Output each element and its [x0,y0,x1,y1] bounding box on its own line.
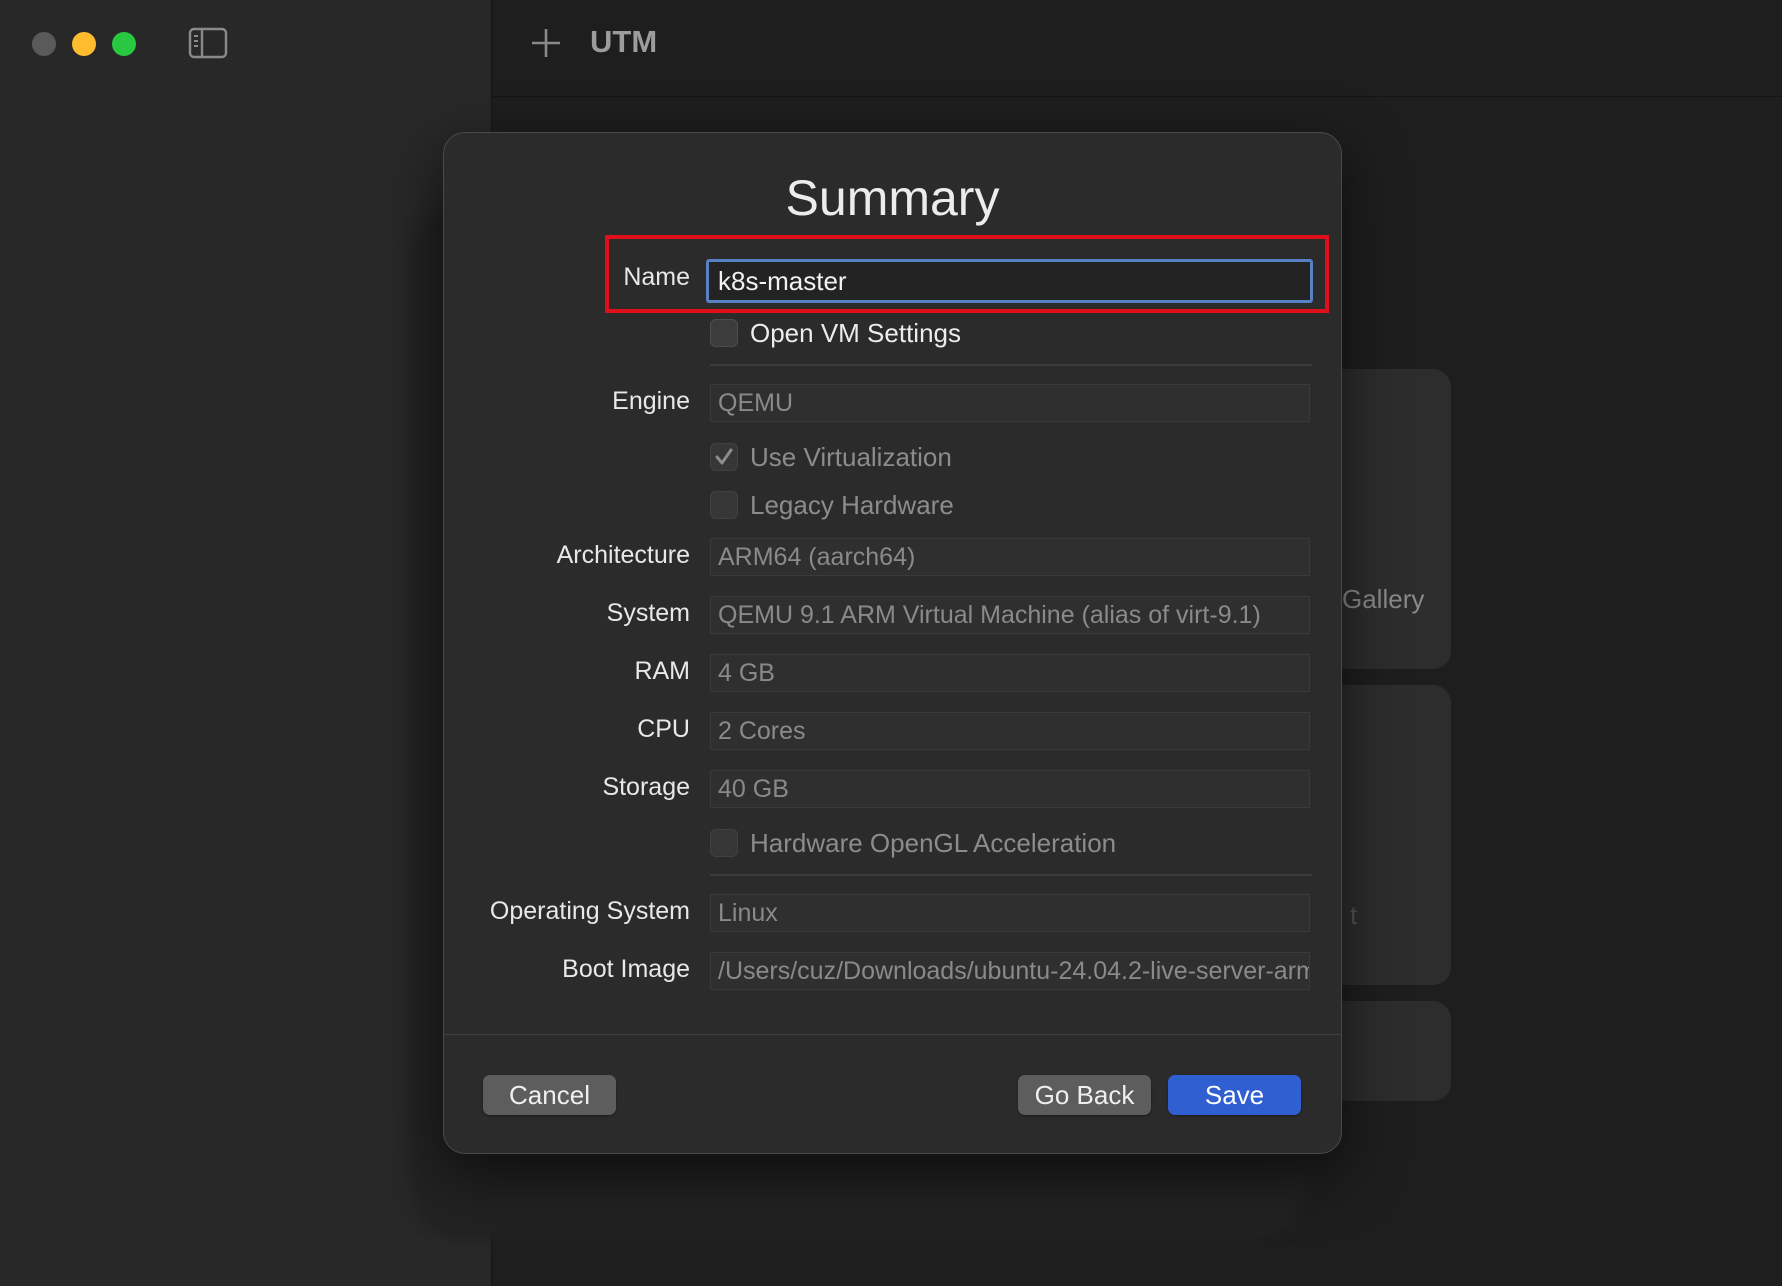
boot-image-field: /Users/cuz/Downloads/ubuntu-24.04.2-live… [710,952,1310,990]
operating-system-label: Operating System [489,897,690,925]
use-virtualization-label: Use Virtualization [750,441,952,472]
sidebar-toggle-icon[interactable] [188,27,228,59]
background-card-label: t [1350,900,1358,930]
use-virtualization-checkbox [710,443,738,471]
cpu-field: 2 Cores [710,712,1310,750]
boot-image-label: Boot Image [562,955,690,983]
legacy-hardware-checkbox-row: Legacy Hardware [710,490,954,520]
toolbar: UTM [493,0,1782,97]
ram-label: RAM [634,657,690,685]
opengl-checkbox-row: Hardware OpenGL Acceleration [710,828,1116,858]
app-title: UTM [590,24,658,59]
system-label: System [606,599,690,627]
open-vm-settings-checkbox-row[interactable]: Open VM Settings [710,318,961,348]
add-vm-icon[interactable] [529,26,563,60]
separator [710,874,1312,876]
separator [710,364,1312,366]
cancel-button[interactable]: Cancel [483,1075,616,1115]
save-button[interactable]: Save [1168,1075,1301,1115]
use-virtualization-checkbox-row: Use Virtualization [710,442,952,472]
background-card-label: Gallery [1342,584,1425,614]
system-field: QEMU 9.1 ARM Virtual Machine (alias of v… [710,596,1310,634]
opengl-label: Hardware OpenGL Acceleration [750,827,1117,858]
close-window-button[interactable] [32,32,56,56]
ram-field: 4 GB [710,654,1310,692]
architecture-label: Architecture [556,541,690,569]
summary-dialog: Summary Name Open VM Settings Engine QEM… [443,132,1342,1154]
minimize-window-button[interactable] [72,32,96,56]
legacy-hardware-checkbox [710,491,738,519]
storage-label: Storage [602,773,690,801]
go-back-button[interactable]: Go Back [1018,1075,1151,1115]
checkmark-icon [715,448,733,465]
engine-label: Engine [612,387,690,415]
legacy-hardware-label: Legacy Hardware [750,489,954,520]
engine-field: QEMU [710,384,1310,422]
maximize-window-button[interactable] [112,32,136,56]
operating-system-field: Linux [710,894,1310,932]
dialog-title: Summary [785,170,1000,226]
storage-field: 40 GB [710,770,1310,808]
architecture-field: ARM64 (aarch64) [710,538,1310,576]
footer-separator [444,1034,1341,1035]
highlight-box [605,235,1329,313]
opengl-checkbox [710,829,738,857]
cpu-label: CPU [637,715,690,743]
open-vm-settings-label: Open VM Settings [750,317,961,348]
open-vm-settings-checkbox[interactable] [710,319,738,347]
